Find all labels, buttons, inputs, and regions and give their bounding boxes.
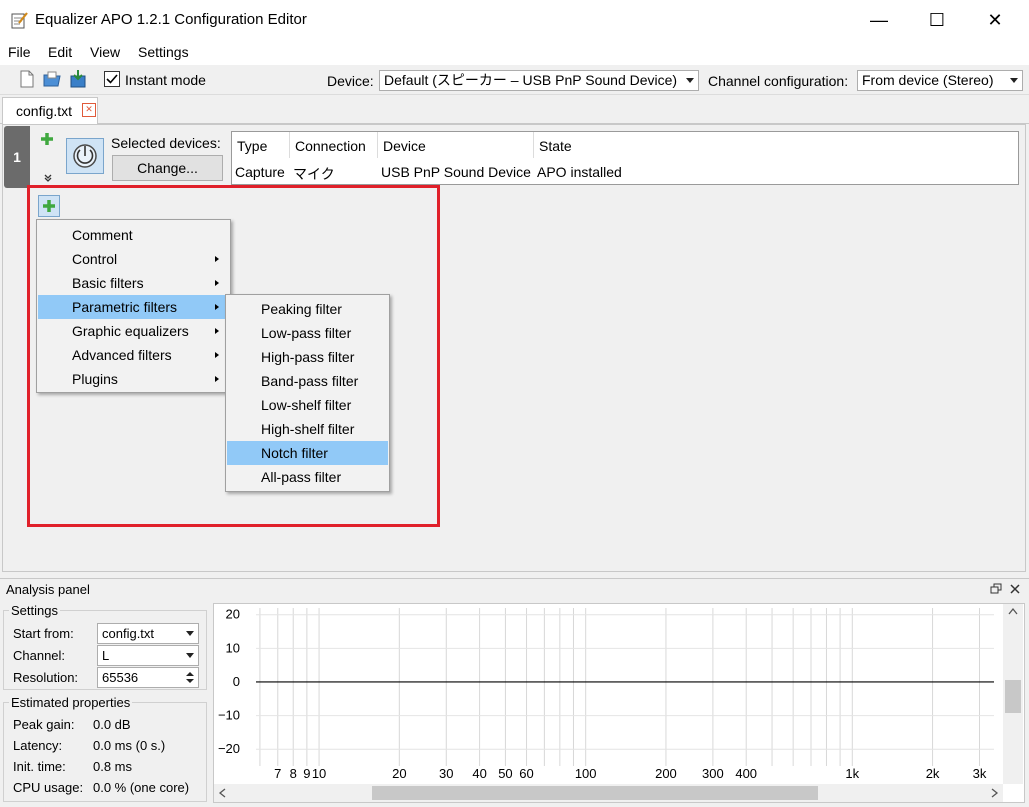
table-cell-connection: マイク — [293, 166, 335, 182]
tab-config-txt[interactable]: config.txt ✕ — [2, 97, 98, 125]
x-tick-label: 20 — [392, 766, 406, 781]
column-header-connection[interactable]: Connection — [295, 138, 366, 154]
close-panel-icon[interactable] — [1009, 583, 1021, 595]
menu-settings[interactable]: Settings — [138, 44, 189, 60]
plot-horizontal-scrollbar[interactable] — [214, 784, 1003, 802]
chevron-down-icon — [186, 653, 194, 658]
y-tick-label: 10 — [226, 640, 240, 655]
selected-devices-label: Selected devices: — [111, 135, 221, 151]
x-tick-label: 2k — [926, 766, 940, 781]
minimize-icon: — — [870, 9, 888, 30]
table-cell-device: USB PnP Sound Device — [381, 164, 531, 180]
channel-select[interactable]: L — [97, 645, 199, 666]
column-header-type[interactable]: Type — [237, 138, 267, 154]
filter-row-number[interactable]: 1 — [4, 126, 30, 188]
x-tick-label: 7 — [274, 766, 281, 781]
column-header-state[interactable]: State — [539, 138, 572, 154]
channel-value: L — [102, 648, 110, 663]
device-select[interactable]: Default (スピーカー – USB PnP Sound Device) — [379, 70, 699, 91]
x-tick-label: 10 — [312, 766, 326, 781]
close-button[interactable]: ✕ — [966, 0, 1024, 40]
channel-configuration-label: Channel configuration: — [708, 73, 849, 89]
x-tick-label: 1k — [845, 766, 859, 781]
maximize-icon: ☐ — [928, 9, 946, 30]
cpu-usage-value: 0.0 % (one core) — [93, 780, 190, 795]
latency-label: Latency: — [13, 738, 63, 753]
y-tick-label: −20 — [218, 741, 240, 756]
notepad-icon — [11, 12, 28, 29]
channel-configuration-value: From device (Stereo) — [862, 72, 994, 88]
plot-vertical-scrollbar[interactable] — [1003, 604, 1023, 784]
x-tick-label: 200 — [655, 766, 677, 781]
x-tick-label: 300 — [702, 766, 724, 781]
channel-configuration-select[interactable]: From device (Stereo) — [857, 70, 1023, 91]
menu-edit[interactable]: Edit — [48, 44, 72, 60]
save-icon[interactable] — [68, 69, 88, 89]
scroll-arrows-icon — [218, 786, 999, 800]
float-panel-icon[interactable] — [990, 583, 1002, 595]
x-tick-label: 3k — [973, 766, 987, 781]
tab-close-icon[interactable]: ✕ — [82, 103, 96, 117]
init-time-label: Init. time: — [13, 759, 66, 774]
table-cell-type: Capture — [235, 164, 285, 180]
new-file-icon[interactable] — [17, 69, 37, 89]
start-from-value: config.txt — [102, 626, 155, 641]
estimated-properties-title: Estimated properties — [9, 695, 133, 710]
x-tick-label: 8 — [290, 766, 297, 781]
y-tick-label: 0 — [233, 674, 240, 689]
x-tick-label: 50 — [498, 766, 512, 781]
scroll-arrows-icon — [1005, 607, 1021, 713]
add-filter-icon[interactable] — [40, 132, 54, 146]
window-title: Equalizer APO 1.2.1 Configuration Editor — [35, 11, 307, 28]
checkmark-icon — [106, 74, 118, 84]
device-select-value: Default (スピーカー – USB PnP Sound Device) — [384, 72, 678, 88]
frequency-response-plot[interactable]: 20 10 0 −10 −20 7 8 9 10 20 30 40 50 60 100 200 300 400 1k… — [213, 603, 1025, 803]
menu-file[interactable]: File — [8, 44, 31, 60]
table-cell-state: APO installed — [537, 164, 622, 180]
peak-gain-value: 0.0 dB — [93, 717, 131, 732]
maximize-button[interactable]: ☐ — [908, 0, 966, 40]
y-tick-label: −10 — [218, 708, 240, 723]
resolution-label: Resolution: — [13, 670, 79, 685]
open-folder-icon[interactable] — [42, 69, 62, 89]
cpu-usage-label: CPU usage: — [13, 780, 84, 795]
expand-down-icon[interactable] — [43, 173, 53, 183]
instant-mode-checkbox[interactable] — [104, 71, 120, 87]
tab-label: config.txt — [16, 103, 73, 119]
latency-value: 0.0 ms (0 s.) — [93, 738, 166, 753]
chevron-down-icon — [1010, 78, 1018, 83]
column-header-device[interactable]: Device — [383, 138, 426, 154]
spin-arrows-icon[interactable] — [184, 669, 196, 686]
chevron-down-icon — [686, 78, 694, 83]
power-toggle-button[interactable] — [66, 138, 104, 174]
chevron-down-icon — [186, 631, 194, 636]
x-tick-label: 40 — [472, 766, 486, 781]
peak-gain-label: Peak gain: — [13, 717, 75, 732]
resolution-spinbox[interactable]: 65536 — [97, 667, 199, 688]
menu-view[interactable]: View — [90, 44, 120, 60]
resolution-value: 65536 — [102, 670, 139, 685]
channel-label: Channel: — [13, 648, 66, 663]
x-tick-label: 100 — [575, 766, 597, 781]
start-from-select[interactable]: config.txt — [97, 623, 199, 644]
settings-group-title: Settings — [9, 603, 60, 618]
x-tick-label: 400 — [735, 766, 757, 781]
highlight-annotation-box — [27, 185, 440, 527]
start-from-label: Start from: — [13, 626, 74, 641]
device-label: Device: — [327, 73, 374, 89]
change-devices-button[interactable]: Change... — [112, 155, 223, 181]
x-tick-label: 9 — [303, 766, 310, 781]
init-time-value: 0.8 ms — [93, 759, 133, 774]
y-tick-label: 20 — [226, 607, 240, 622]
close-icon: ✕ — [987, 9, 1003, 30]
tab-bar — [0, 96, 1029, 124]
analysis-panel-title: Analysis panel — [6, 582, 90, 597]
power-icon — [73, 144, 97, 168]
x-tick-label: 30 — [439, 766, 453, 781]
frequency-response-chart: 20100−10−207 8 9 10 20 30 40 50 60 100 200 300 400 1k… — [218, 607, 994, 781]
instant-mode-label: Instant mode — [125, 72, 206, 88]
minimize-button[interactable]: — — [850, 0, 908, 40]
x-tick-label: 60 — [519, 766, 533, 781]
